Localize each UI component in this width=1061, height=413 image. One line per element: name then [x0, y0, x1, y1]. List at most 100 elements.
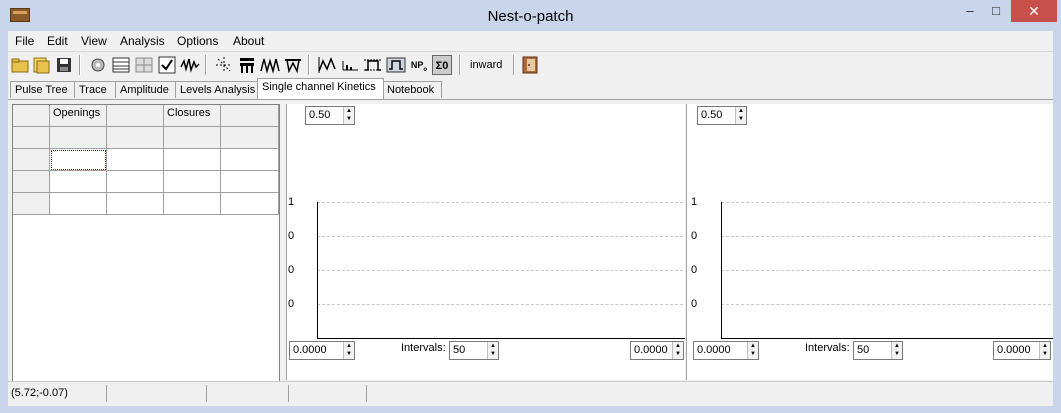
openings-histogram-panel: 0.50 ▲ ▼ 1 0 0 0 0.0000 ▲ ▼ Intervals: 50 …	[286, 104, 685, 380]
grid-cell[interactable]	[221, 171, 279, 193]
grid-icon	[135, 57, 153, 73]
grid-cell[interactable]	[164, 171, 221, 193]
open-file-button[interactable]	[31, 55, 51, 75]
spin-arrows-icon[interactable]: ▲ ▼	[1039, 342, 1050, 359]
tab-trace[interactable]: Trace	[74, 81, 116, 98]
grid-cell[interactable]	[107, 171, 164, 193]
grid-button[interactable]	[134, 55, 154, 75]
peaks-button[interactable]	[260, 55, 280, 75]
settings-icon	[91, 58, 105, 72]
x-min-value: 0.0000	[697, 344, 731, 356]
grid-cell[interactable]	[164, 193, 221, 215]
comb-button[interactable]	[237, 55, 257, 75]
grid-cell[interactable]	[164, 149, 221, 171]
spin-arrows-icon[interactable]: ▲ ▼	[343, 107, 354, 124]
peaks-down-icon	[285, 59, 301, 74]
check-button[interactable]	[157, 55, 177, 75]
tab-pulse-tree[interactable]: Pulse Tree	[10, 81, 78, 98]
toolbar-separator	[513, 55, 515, 75]
menu-analysis[interactable]: Analysis	[120, 34, 165, 48]
status-divider	[366, 385, 367, 402]
scale-spinner[interactable]: 0.50 ▲ ▼	[305, 106, 355, 125]
x-max-spinner[interactable]: 0.0000 ▲ ▼	[630, 341, 684, 360]
gridline	[721, 236, 1051, 237]
grid-cell[interactable]	[107, 193, 164, 215]
table-icon	[112, 57, 130, 73]
close-button[interactable]: ✕	[1011, 0, 1057, 22]
menu-bar: File Edit View Analysis Options About	[8, 31, 1053, 51]
spin-arrows-icon[interactable]: ▲ ▼	[343, 342, 354, 359]
np-button[interactable]: NPo	[409, 55, 429, 75]
inward-toggle[interactable]: inward	[470, 59, 502, 71]
open-folder-button[interactable]	[10, 55, 30, 75]
minimize-button[interactable]: –	[957, 0, 983, 22]
intervals-value: 50	[857, 344, 870, 356]
grid-cell	[107, 127, 164, 149]
tab-notebook[interactable]: Notebook	[382, 81, 442, 98]
menu-file[interactable]: File	[15, 34, 34, 48]
status-divider	[288, 385, 289, 402]
spin-arrows-icon[interactable]: ▲ ▼	[487, 342, 498, 359]
maximize-button[interactable]: □	[983, 0, 1009, 22]
tab-amplitude[interactable]: Amplitude	[115, 81, 177, 98]
grid-header	[107, 105, 164, 127]
gridline	[317, 304, 683, 305]
histogram-button[interactable]	[340, 55, 360, 75]
grid-cell	[164, 127, 221, 149]
spin-arrows-icon[interactable]: ▲ ▼	[891, 342, 902, 359]
toolbar-separator	[459, 55, 461, 75]
wave-button[interactable]	[180, 55, 200, 75]
grid-row-header	[13, 127, 50, 149]
table-button[interactable]	[111, 55, 131, 75]
tab-levels-analysis[interactable]: Levels Analysis	[175, 81, 263, 98]
sigma-button[interactable]: Σ0	[432, 55, 452, 75]
levels-button[interactable]	[363, 55, 383, 75]
grid-cell[interactable]	[221, 149, 279, 171]
spin-arrows-icon[interactable]: ▲ ▼	[672, 342, 683, 359]
histogram-icon	[342, 61, 358, 71]
grid-cell[interactable]	[107, 149, 164, 171]
intervals-grid[interactable]: Openings Closures	[12, 104, 280, 382]
grid-cell[interactable]	[221, 193, 279, 215]
menu-about[interactable]: About	[233, 34, 264, 48]
menu-options[interactable]: Options	[177, 34, 218, 48]
peaks-down-button[interactable]	[283, 55, 303, 75]
intervals-value: 50	[453, 344, 466, 356]
spark-button[interactable]	[214, 55, 234, 75]
toolbar-separator	[79, 55, 81, 75]
x-min-spinner[interactable]: 0.0000 ▲ ▼	[289, 341, 355, 360]
step-button[interactable]	[386, 55, 406, 75]
intervals-label: Intervals:	[805, 342, 850, 354]
tab-single-channel-kinetics[interactable]: Single channel Kinetics	[257, 78, 384, 99]
trace-button[interactable]	[317, 55, 337, 75]
grid-cell-selected[interactable]	[50, 149, 107, 171]
spin-arrows-icon[interactable]: ▲ ▼	[735, 107, 746, 124]
spark-icon	[216, 57, 232, 73]
open-file-icon	[33, 57, 50, 74]
x-max-value: 0.0000	[634, 344, 668, 356]
grid-row-header	[13, 171, 50, 193]
scale-spinner[interactable]: 0.50 ▲ ▼	[697, 106, 747, 125]
intervals-spinner[interactable]: 50 ▲ ▼	[449, 341, 499, 360]
y-tick-label: 0	[288, 264, 295, 276]
x-min-spinner[interactable]: 0.0000 ▲ ▼	[693, 341, 759, 360]
check-icon	[158, 56, 176, 74]
kinetics-panel: Openings Closures 0.50 ▲ ▼ 1 0 0 0 0.000…	[8, 99, 1053, 382]
sigma-icon: Σ0	[432, 55, 452, 75]
grid-corner	[13, 105, 50, 127]
intervals-spinner[interactable]: 50 ▲ ▼	[853, 341, 903, 360]
save-button[interactable]	[54, 55, 74, 75]
exit-button[interactable]	[520, 55, 540, 75]
toolbar-separator	[205, 55, 207, 75]
menu-view[interactable]: View	[81, 34, 107, 48]
spin-arrows-icon[interactable]: ▲ ▼	[747, 342, 758, 359]
levels-icon	[364, 59, 382, 71]
y-tick-label: 0	[691, 264, 698, 276]
y-tick-label: 0	[691, 298, 698, 310]
grid-cell[interactable]	[50, 193, 107, 215]
x-max-spinner[interactable]: 0.0000 ▲ ▼	[993, 341, 1051, 360]
grid-cell[interactable]	[50, 171, 107, 193]
settings-button[interactable]	[88, 55, 108, 75]
grid-header	[221, 105, 279, 127]
menu-edit[interactable]: Edit	[47, 34, 68, 48]
